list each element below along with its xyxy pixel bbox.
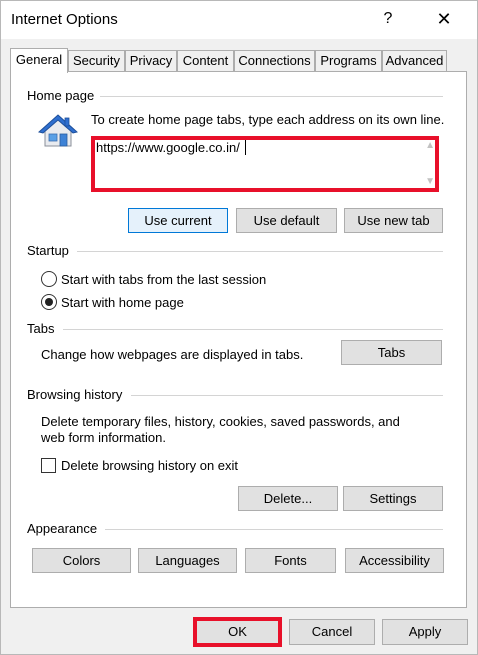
group-divider bbox=[63, 329, 443, 330]
tab-privacy[interactable]: Privacy bbox=[125, 50, 177, 72]
general-tab-panel: Home page To create home page tabs, type… bbox=[10, 71, 467, 608]
delete-on-exit-checkbox[interactable] bbox=[41, 458, 56, 473]
delete-history-button[interactable]: Delete... bbox=[238, 486, 338, 511]
history-settings-button[interactable]: Settings bbox=[343, 486, 443, 511]
tab-advanced[interactable]: Advanced bbox=[382, 50, 447, 72]
radio-last-session[interactable] bbox=[41, 271, 57, 287]
tabs-group-label: Tabs bbox=[27, 321, 61, 336]
fonts-button[interactable]: Fonts bbox=[245, 548, 336, 573]
window-title: Internet Options bbox=[11, 11, 118, 28]
group-divider bbox=[77, 251, 443, 252]
house-icon bbox=[38, 114, 78, 147]
home-page-instructions: To create home page tabs, type each addr… bbox=[91, 112, 445, 127]
group-divider bbox=[97, 96, 443, 97]
apply-button[interactable]: Apply bbox=[382, 619, 468, 645]
browsing-history-description-1: Delete temporary files, history, cookies… bbox=[41, 414, 400, 429]
tabs-description: Change how webpages are displayed in tab… bbox=[41, 347, 304, 362]
home-page-address-value: https://www.google.co.in/ bbox=[96, 140, 240, 155]
radio-home-page-label: Start with home page bbox=[61, 295, 184, 310]
radio-last-session-label: Start with tabs from the last session bbox=[61, 272, 267, 287]
title-bar: Internet Options ? ✕ bbox=[1, 1, 477, 39]
tab-content[interactable]: Content bbox=[177, 50, 234, 72]
tab-connections[interactable]: Connections bbox=[234, 50, 315, 72]
cancel-button[interactable]: Cancel bbox=[289, 619, 375, 645]
ok-button[interactable]: OK bbox=[195, 619, 280, 645]
group-divider bbox=[105, 529, 443, 530]
radio-home-page[interactable] bbox=[41, 294, 57, 310]
use-default-button[interactable]: Use default bbox=[236, 208, 337, 233]
scroll-down-icon[interactable]: ▼ bbox=[425, 176, 435, 187]
accessibility-button[interactable]: Accessibility bbox=[345, 548, 444, 573]
tab-programs[interactable]: Programs bbox=[315, 50, 382, 72]
use-new-tab-button[interactable]: Use new tab bbox=[344, 208, 443, 233]
internet-options-dialog: Internet Options ? ✕ General Security Pr… bbox=[0, 0, 478, 655]
home-page-address-input[interactable]: https://www.google.co.in/ ▲ ▼ bbox=[91, 136, 439, 190]
browsing-history-description-2: web form information. bbox=[41, 430, 166, 445]
delete-on-exit-label: Delete browsing history on exit bbox=[61, 458, 239, 473]
tab-general[interactable]: General bbox=[10, 48, 68, 73]
appearance-group-label: Appearance bbox=[27, 521, 104, 536]
home-page-group-label: Home page bbox=[27, 88, 101, 103]
group-divider bbox=[131, 395, 443, 396]
tabs-settings-button[interactable]: Tabs bbox=[341, 340, 442, 365]
languages-button[interactable]: Languages bbox=[138, 548, 237, 573]
text-caret bbox=[245, 139, 246, 155]
browsing-history-group-label: Browsing history bbox=[27, 387, 129, 402]
help-button[interactable]: ? bbox=[373, 4, 403, 34]
startup-group-label: Startup bbox=[27, 243, 75, 258]
colors-button[interactable]: Colors bbox=[32, 548, 131, 573]
scroll-up-icon[interactable]: ▲ bbox=[425, 140, 435, 151]
use-current-button[interactable]: Use current bbox=[128, 208, 228, 233]
close-button[interactable]: ✕ bbox=[429, 4, 459, 34]
tab-security[interactable]: Security bbox=[68, 50, 125, 72]
